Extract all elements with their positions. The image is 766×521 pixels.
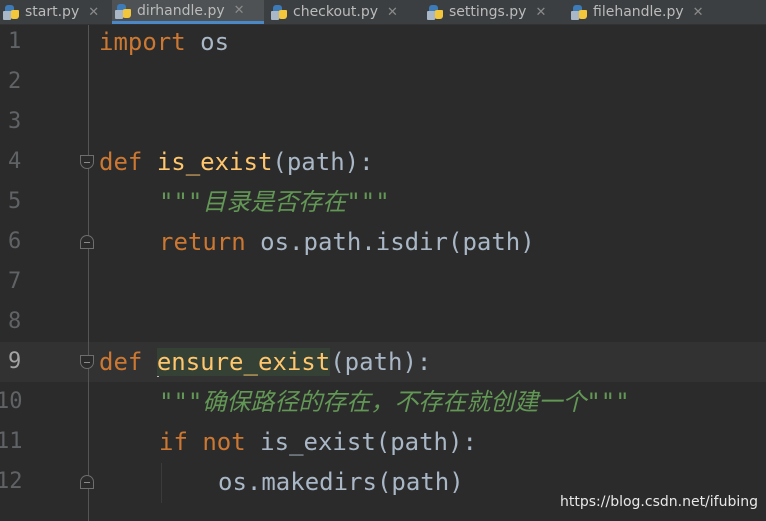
code-line-1: import os <box>99 22 229 62</box>
close-icon[interactable]: ✕ <box>387 5 398 20</box>
function-name: ensure_exist <box>156 348 331 376</box>
close-icon[interactable]: ✕ <box>535 5 546 20</box>
fold-end-icon[interactable] <box>80 235 94 249</box>
docstring: """目录是否存在""" <box>159 188 390 216</box>
fold-collapse-icon[interactable] <box>80 355 94 369</box>
tab-filehandle-py[interactable]: filehandle.py ✕ <box>568 0 728 24</box>
gutter-divider <box>88 25 89 521</box>
tab-settings-py[interactable]: settings.py ✕ <box>424 0 564 24</box>
code-text: (path): <box>272 148 374 176</box>
code-line-4: def is_exist(path): <box>99 142 374 182</box>
line-number: 1 <box>8 29 22 54</box>
line-number: 9 <box>8 349 22 374</box>
line-number: 2 <box>8 69 22 94</box>
python-file-icon <box>427 4 444 20</box>
code-text: os <box>185 28 230 56</box>
close-icon[interactable]: ✕ <box>234 3 245 18</box>
fold-end-icon[interactable] <box>80 475 94 489</box>
function-name: is_exist <box>156 148 273 176</box>
code-line-10: """确保路径的存在，不存在就创建一个""" <box>159 382 630 422</box>
line-number: 3 <box>8 109 22 134</box>
line-number: 10 <box>0 389 23 414</box>
close-icon[interactable]: ✕ <box>693 5 704 20</box>
python-file-icon <box>271 4 288 20</box>
tab-label: filehandle.py <box>593 4 684 20</box>
keyword-if: if <box>159 428 188 456</box>
tab-checkout-py[interactable]: checkout.py ✕ <box>268 0 418 24</box>
keyword-return: return <box>159 228 246 256</box>
tab-label: dirhandle.py <box>137 2 225 19</box>
line-number: 8 <box>8 309 22 334</box>
code-editor[interactable]: 1 2 3 4 5 6 7 8 9 10 11 12 import os def… <box>0 25 766 521</box>
code-text: os.path.isdir(path) <box>245 228 535 256</box>
line-number: 7 <box>8 269 22 294</box>
code-line-12: os.makedirs(path) <box>218 462 464 502</box>
tab-label: start.py <box>25 4 80 20</box>
code-text: os.makedirs(path) <box>218 468 464 496</box>
code-line-11: if not is_exist(path): <box>159 422 477 462</box>
tab-start-py[interactable]: start.py ✕ <box>0 0 110 24</box>
tab-dirhandle-py[interactable]: dirhandle.py ✕ <box>112 0 264 24</box>
line-number: 12 <box>0 469 23 494</box>
python-file-icon <box>3 4 20 20</box>
keyword-def: def <box>99 348 143 376</box>
code-line-9: def ensure_exist(path): <box>99 342 431 382</box>
line-number: 4 <box>8 149 22 174</box>
line-number: 6 <box>8 229 22 254</box>
line-number: 11 <box>0 429 23 454</box>
keyword-def: def <box>99 148 143 176</box>
keyword-import: import <box>99 28 186 56</box>
keyword-not: not <box>202 428 246 456</box>
indent-guide <box>161 463 162 503</box>
code-text: (path): <box>330 348 432 376</box>
code-line-6: return os.path.isdir(path) <box>159 222 535 262</box>
code-line-5: """目录是否存在""" <box>159 182 390 222</box>
docstring: """确保路径的存在，不存在就创建一个""" <box>159 388 630 416</box>
watermark: https://blog.csdn.net/ifubing <box>560 494 758 510</box>
python-file-icon <box>115 3 132 19</box>
line-number: 5 <box>8 189 22 214</box>
code-text: is_exist(path): <box>245 428 477 456</box>
tab-label: settings.py <box>449 4 527 20</box>
fold-collapse-icon[interactable] <box>80 155 94 169</box>
close-icon[interactable]: ✕ <box>88 5 99 20</box>
tab-label: checkout.py <box>293 4 379 20</box>
python-file-icon <box>571 4 588 20</box>
